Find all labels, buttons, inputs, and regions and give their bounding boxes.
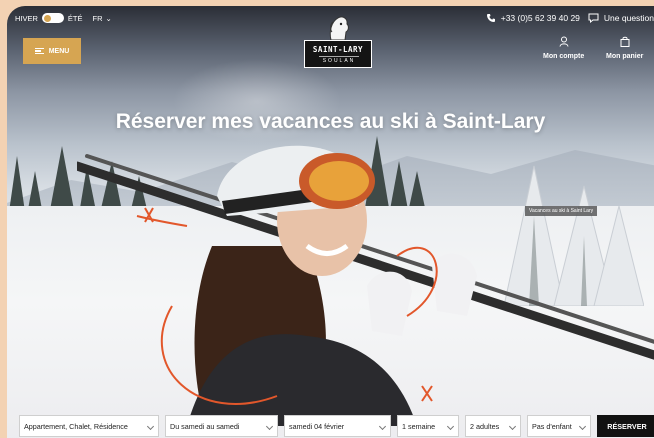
hero-section: Réserver mes vacances au ski à Saint-Lar… bbox=[7, 6, 654, 438]
duration-value: 1 semaine bbox=[402, 421, 436, 431]
date-value: samedi 04 février bbox=[289, 421, 345, 431]
question-label: Une question bbox=[603, 13, 654, 23]
skier-photo bbox=[77, 145, 654, 426]
user-icon bbox=[559, 36, 569, 47]
phone-icon bbox=[486, 14, 495, 22]
dog-mascot-icon bbox=[329, 16, 349, 41]
phone-number: +33 (0)5 62 39 40 29 bbox=[500, 13, 580, 23]
accommodation-select[interactable]: Appartement, Chalet, Résidence bbox=[19, 415, 159, 437]
reserve-button[interactable]: RÉSERVER bbox=[597, 415, 654, 437]
hero-title: Réserver mes vacances au ski à Saint-Lar… bbox=[115, 110, 546, 133]
chevron-down-icon bbox=[508, 422, 517, 431]
my-cart-label: Mon panier bbox=[606, 53, 644, 60]
children-select[interactable]: Pas d'enfant bbox=[527, 415, 591, 437]
period-value: Du samedi au samedi bbox=[170, 421, 240, 431]
logo-plate: SAINT-LARY SOULAN bbox=[304, 40, 372, 68]
season-switch[interactable]: HIVER ÉTÉ bbox=[15, 13, 83, 23]
menu-label: MENU bbox=[48, 47, 70, 55]
language-label: FR bbox=[92, 13, 103, 23]
my-account-label: Mon compte bbox=[543, 53, 585, 60]
shopping-bag-icon bbox=[620, 36, 630, 47]
menu-button[interactable]: MENU bbox=[23, 38, 81, 64]
duration-select[interactable]: 1 semaine bbox=[397, 415, 459, 437]
chevron-down-icon bbox=[578, 422, 587, 431]
chevron-down-icon bbox=[378, 422, 387, 431]
date-select[interactable]: samedi 04 février bbox=[284, 415, 391, 437]
my-cart-link[interactable]: Mon panier bbox=[606, 36, 643, 60]
language-selector[interactable]: FR ⌄ bbox=[93, 14, 112, 23]
chevron-down-icon bbox=[146, 422, 155, 431]
photo-caption: Vacances au ski à Saint Lary bbox=[525, 206, 598, 216]
season-toggle[interactable] bbox=[41, 13, 64, 23]
site-logo[interactable]: SAINT-LARY SOULAN bbox=[304, 14, 372, 70]
logo-main-text: SAINT-LARY bbox=[312, 45, 364, 54]
question-link[interactable]: Une question bbox=[588, 13, 654, 23]
toggle-knob bbox=[43, 14, 51, 22]
chevron-down-icon bbox=[446, 422, 455, 431]
chevron-down-icon: ⌄ bbox=[105, 13, 112, 23]
my-account-link[interactable]: Mon compte bbox=[543, 36, 584, 60]
chat-icon bbox=[588, 13, 599, 23]
phone-link[interactable]: +33 (0)5 62 39 40 29 bbox=[486, 13, 580, 23]
adults-select[interactable]: 2 adultes bbox=[465, 415, 521, 437]
booking-bar: Appartement, Chalet, Résidence Du samedi… bbox=[19, 415, 654, 437]
adults-value: 2 adultes bbox=[470, 421, 500, 431]
period-select[interactable]: Du samedi au samedi bbox=[165, 415, 278, 437]
accommodation-value: Appartement, Chalet, Résidence bbox=[24, 421, 128, 431]
children-value: Pas d'enfant bbox=[532, 421, 572, 431]
season-winter-label: HIVER bbox=[15, 13, 38, 23]
chevron-down-icon bbox=[265, 422, 274, 431]
logo-sub-text: SOULAN bbox=[319, 56, 359, 64]
season-summer-label: ÉTÉ bbox=[67, 13, 83, 23]
hamburger-icon bbox=[34, 48, 44, 54]
